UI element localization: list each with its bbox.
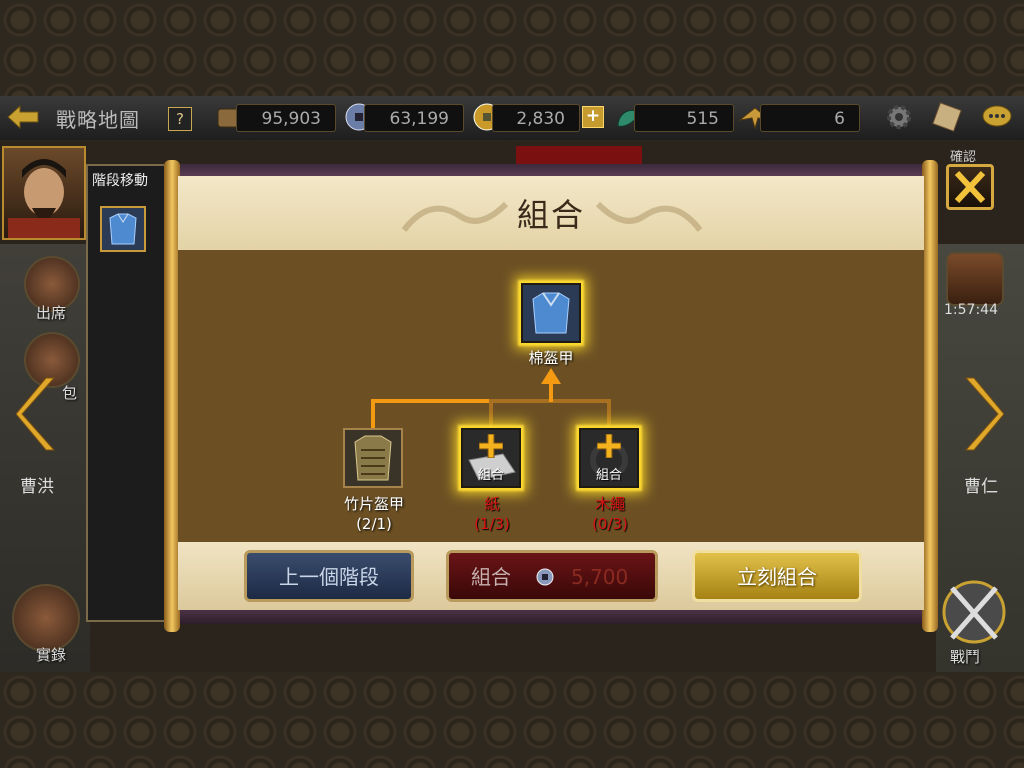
ingredient-slot-wood-rope[interactable]: 組合 <box>579 428 639 488</box>
ingredient-slot-paper[interactable]: 組合 <box>461 428 521 488</box>
resource-eagle-value: 6 <box>760 104 860 132</box>
right-dragon-ornament-icon <box>595 201 703 232</box>
blue-armor-icon <box>109 213 137 245</box>
connector-line <box>371 399 375 429</box>
combine-overlay-label: 組合 <box>477 468 504 483</box>
combine-button[interactable]: 組合 5,700 <box>446 550 658 602</box>
chat-icon[interactable] <box>980 102 1014 132</box>
close-icon <box>954 170 986 204</box>
right-pillar <box>922 160 938 632</box>
help-button[interactable]: ? <box>168 107 192 131</box>
dialog-header: 組合 <box>178 176 924 250</box>
resource-gold-value: 2,830 <box>492 104 580 132</box>
stage-move-panel: 階段移動 <box>86 164 166 622</box>
plus-icon <box>597 434 621 458</box>
stage-move-title: 階段移動 <box>92 173 148 189</box>
back-arrow-icon[interactable] <box>6 104 40 130</box>
dialog-title: 組合 <box>516 196 585 234</box>
treasure-chest-icon[interactable] <box>946 252 1004 306</box>
next-hero-arrow-icon[interactable] <box>960 374 1004 454</box>
ingredient-name: 紙 <box>484 495 500 513</box>
record-label: 實錄 <box>36 646 67 664</box>
confirm-tag[interactable]: 確認 <box>950 146 976 165</box>
battle-label: 戰鬥 <box>950 648 981 666</box>
right-hero-name: 曹仁 <box>964 477 998 497</box>
ingredient-name: 竹片盔甲 <box>343 495 404 513</box>
resource-jade-value: 515 <box>634 104 734 132</box>
top-decorative-band <box>0 0 1024 96</box>
bag-label: 包 <box>62 384 78 402</box>
dialog-frame-top <box>164 164 938 176</box>
ingredient-slot-bamboo-armor[interactable] <box>343 428 403 488</box>
connector-line <box>489 399 493 429</box>
left-hero-name: 曹洪 <box>20 477 54 497</box>
hero-face-icon <box>8 159 80 238</box>
add-gold-button[interactable]: + <box>582 106 604 128</box>
resource-silver-value: 63,199 <box>364 104 464 132</box>
ingredient-count: (1/3) <box>474 515 510 533</box>
chest-timer: 1:57:44 <box>944 302 998 318</box>
connector-line <box>607 399 611 429</box>
cotton-armor-icon <box>532 292 570 334</box>
ingredient-name: 木繩 <box>594 495 625 513</box>
previous-stage-button[interactable]: 上一個階段 <box>244 550 414 602</box>
ingredient-count: (0/3) <box>592 515 628 533</box>
combine-cost: 5,700 <box>571 565 629 589</box>
previous-hero-arrow-icon[interactable] <box>16 374 60 454</box>
plus-icon <box>479 434 503 458</box>
combine-overlay-label: 組合 <box>595 468 622 483</box>
close-button[interactable] <box>946 164 994 210</box>
instant-combine-button[interactable]: 立刻組合 <box>692 550 862 602</box>
scroll-menu-icon[interactable] <box>930 102 964 132</box>
result-item-slot[interactable] <box>521 283 581 343</box>
ingredient-count: (2/1) <box>356 515 392 533</box>
result-item-name: 棉盔甲 <box>528 349 574 367</box>
strategy-map-title[interactable]: 戰略地圖 <box>56 104 140 133</box>
attend-label: 出席 <box>36 304 67 322</box>
bottom-decorative-band <box>0 672 1024 768</box>
resource-scroll-value: 95,903 <box>236 104 336 132</box>
record-book-icon[interactable] <box>12 584 80 652</box>
up-arrow-icon <box>541 368 561 384</box>
dialog-frame-bottom <box>164 610 938 624</box>
stage-armor-thumbnail[interactable] <box>100 206 146 252</box>
crossed-swords-icon[interactable] <box>938 578 1010 648</box>
gear-icon[interactable] <box>882 102 916 132</box>
hero-portrait[interactable] <box>2 146 86 240</box>
bamboo-armor-icon <box>354 435 392 481</box>
combine-button-label: 組合 <box>471 565 511 589</box>
connector-line <box>371 399 491 403</box>
silver-coin-icon <box>536 568 554 586</box>
